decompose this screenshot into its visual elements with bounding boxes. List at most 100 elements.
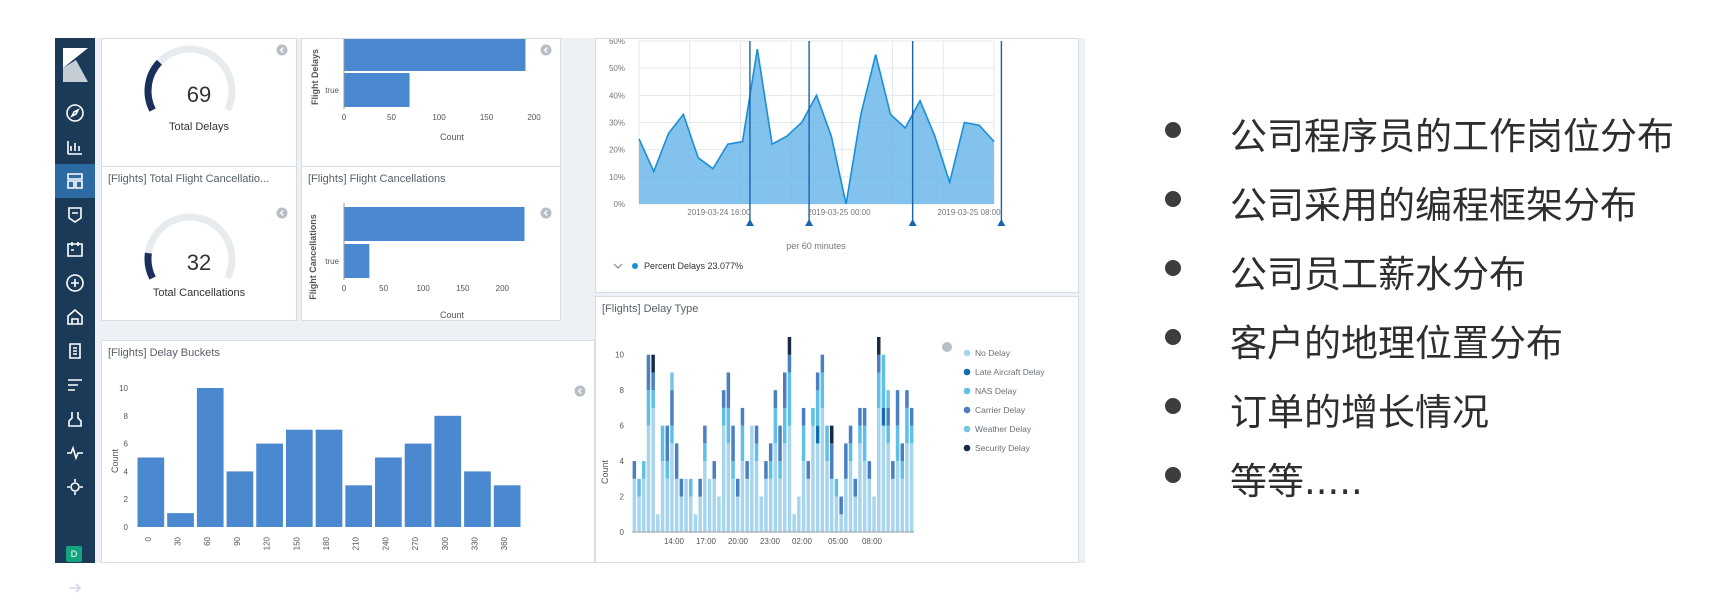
stack-segment: [801, 425, 806, 462]
total-cancellations-panel: [Flights] Total Flight Cancellatio... 32…: [101, 166, 297, 321]
stack-segment: [773, 390, 778, 408]
stack-segment: [707, 478, 712, 532]
x-tick-label: 300: [441, 536, 450, 550]
stack-segment: [848, 425, 853, 444]
management-icon[interactable]: [64, 476, 86, 498]
legend-label: Security Delay: [975, 443, 1031, 453]
dashboard-icon[interactable]: [55, 164, 95, 198]
bar-300: [434, 415, 462, 527]
x-tick-label: 270: [411, 536, 420, 550]
stack-segment: [712, 478, 716, 532]
stack-segment: [877, 337, 881, 355]
apm-icon[interactable]: [64, 374, 86, 396]
stack-segment: [815, 443, 820, 532]
x-tick-label: 200: [527, 113, 541, 122]
bar-330: [464, 471, 491, 527]
bar-0: [137, 457, 165, 527]
bullet-dot: [1165, 260, 1181, 276]
stack-segment: [689, 478, 693, 497]
stack-segment: [858, 407, 862, 426]
chevron-down-icon[interactable]: [613, 263, 623, 269]
bar-360: [493, 485, 521, 527]
stack-segment: [764, 461, 768, 479]
logs-icon[interactable]: [64, 340, 86, 362]
monitoring-icon[interactable]: [64, 442, 86, 464]
legend-label: Carrier Delay: [975, 405, 1026, 415]
bullet-dot: [1165, 398, 1181, 414]
total-delays-value: 69: [186, 82, 212, 107]
stack-segment: [909, 407, 914, 426]
stack-segment: [651, 407, 655, 532]
stack-segment: [905, 407, 909, 444]
x-tick-label: 60: [203, 536, 212, 545]
stack-segment: [637, 478, 641, 497]
stack-segment: [895, 461, 900, 532]
infrastructure-icon[interactable]: [64, 306, 86, 328]
bar-210: [345, 485, 373, 527]
stack-segment: [858, 425, 862, 444]
stack-segment: [900, 443, 904, 462]
x-tick-label: 14:00: [664, 537, 685, 546]
stack-segment: [773, 407, 778, 444]
stack-segment: [703, 443, 707, 462]
maps-icon[interactable]: [64, 238, 86, 260]
bar-90: [226, 471, 254, 527]
stack-segment: [670, 372, 674, 391]
x-tick-label: 0: [144, 536, 153, 541]
stack-segment: [670, 443, 674, 532]
kibana-logo-icon[interactable]: [63, 48, 88, 82]
bar-true: [344, 73, 410, 107]
bar-30: [167, 513, 194, 527]
stack-segment: [656, 514, 660, 532]
canvas-icon[interactable]: [64, 204, 86, 226]
discover-icon[interactable]: [64, 102, 86, 124]
percent-delays-panel: per 60 minutes Percent Delays 23.077% 0%…: [595, 38, 1079, 293]
x-tick-label: 200: [496, 284, 510, 293]
y-tick-label: 8: [620, 386, 625, 395]
x-tick-label: 150: [292, 536, 301, 550]
stack-segment: [806, 478, 810, 532]
stack-segment: [825, 461, 829, 532]
stack-segment: [745, 478, 749, 532]
stack-segment: [862, 461, 867, 532]
stack-segment: [811, 425, 815, 532]
delay-type-chart: Count 0 2 4 6 8 10 14:00 17:00 20:00 23:00 02:00 05…: [600, 337, 1045, 546]
stack-segment: [830, 443, 834, 479]
stack-segment: [717, 496, 721, 532]
y-tick-label: 6: [124, 440, 129, 449]
visualize-icon[interactable]: [64, 136, 86, 158]
stack-segment: [731, 478, 735, 532]
stack-segment: [754, 425, 759, 444]
stack-segment: [787, 337, 792, 355]
stack-segment: [740, 407, 745, 426]
stack-segment: [764, 478, 768, 532]
stack-segment: [801, 461, 806, 532]
stack-segment: [858, 443, 862, 532]
stack-segment: [759, 496, 763, 532]
stack-segment: [820, 372, 825, 408]
legend-label[interactable]: Percent Delays 23.077%: [644, 261, 743, 271]
stack-segment: [679, 496, 684, 532]
x-tick-label: 150: [456, 284, 470, 293]
ml-icon[interactable]: [64, 272, 86, 294]
stack-segment: [881, 407, 886, 426]
stack-segment: [830, 478, 834, 532]
stack-segment: [848, 443, 853, 462]
stack-segment: [891, 478, 895, 532]
x-tick-label: 210: [352, 536, 361, 550]
y-tick-label: 50%: [609, 64, 625, 73]
stack-segment: [703, 461, 707, 532]
user-avatar[interactable]: D: [66, 546, 82, 562]
y-tick-label: 40%: [609, 91, 625, 100]
y-axis-label: Count: [110, 449, 120, 474]
dev-tools-icon[interactable]: [64, 408, 86, 430]
stack-segment: [646, 354, 651, 391]
x-tick-label: 120: [263, 536, 272, 550]
stack-segment: [768, 461, 773, 479]
collapse-arrow-icon[interactable]: [68, 581, 82, 595]
legend-toggle-icon[interactable]: [942, 342, 952, 352]
stack-segment: [670, 425, 674, 444]
stack-segment: [674, 478, 679, 532]
stack-segment: [853, 478, 857, 497]
stack-segment: [867, 478, 872, 532]
